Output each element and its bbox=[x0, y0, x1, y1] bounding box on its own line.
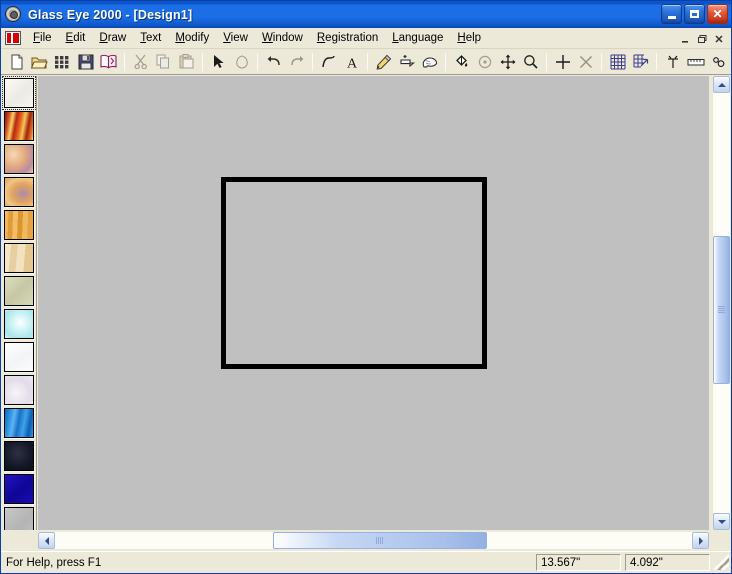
save-icon[interactable] bbox=[74, 51, 97, 73]
swatch-orange-wood[interactable] bbox=[4, 210, 34, 240]
swatch-cyan-ice[interactable] bbox=[4, 309, 34, 339]
catalog-book-icon[interactable] bbox=[97, 51, 120, 73]
scroll-down-button[interactable] bbox=[713, 513, 730, 530]
rectangle-outline[interactable] bbox=[221, 177, 487, 369]
swatch-sage-green[interactable] bbox=[4, 276, 34, 306]
copy-icon[interactable] bbox=[152, 51, 175, 73]
scroll-up-button[interactable] bbox=[713, 76, 730, 93]
swatch-pale-tan[interactable] bbox=[4, 243, 34, 273]
swatch-black-navy[interactable] bbox=[4, 441, 34, 471]
menu-view[interactable]: View bbox=[216, 30, 255, 47]
toolbar-separator bbox=[257, 52, 258, 71]
window-title: Glass Eye 2000 - [Design1] bbox=[28, 7, 193, 22]
x-coordinate: 13.567" bbox=[536, 554, 621, 571]
swatch-amber-purple[interactable] bbox=[4, 177, 34, 207]
ruler-icon[interactable] bbox=[684, 51, 707, 73]
curve-line-icon[interactable] bbox=[317, 51, 340, 73]
dimension-icon[interactable] bbox=[661, 51, 684, 73]
paste-icon[interactable] bbox=[175, 51, 198, 73]
swatch-clear-white[interactable] bbox=[4, 342, 34, 372]
menu-bar: File Edit Draw Text Modify View Window R… bbox=[1, 28, 731, 49]
toolbar-separator bbox=[546, 52, 547, 71]
toolbar-separator bbox=[445, 52, 446, 71]
menu-window[interactable]: Window bbox=[255, 30, 310, 47]
menu-text[interactable]: Text bbox=[133, 30, 168, 47]
text-tool-icon[interactable]: A bbox=[340, 51, 363, 73]
pencil-icon[interactable] bbox=[372, 51, 395, 73]
circle-tool-icon[interactable] bbox=[473, 51, 496, 73]
zoom-icon[interactable] bbox=[519, 51, 542, 73]
mdi-close-button[interactable] bbox=[711, 31, 727, 46]
swatch-white-textured[interactable] bbox=[2, 76, 36, 110]
toolbar-separator bbox=[202, 52, 203, 71]
scroll-left-button[interactable] bbox=[38, 532, 55, 549]
open-folder-icon[interactable] bbox=[28, 51, 51, 73]
move-icon[interactable] bbox=[496, 51, 519, 73]
bead-dots-icon[interactable] bbox=[707, 51, 730, 73]
palette-grid-icon[interactable] bbox=[51, 51, 74, 73]
glass-swatch-palette[interactable] bbox=[2, 76, 37, 530]
mdi-restore-button[interactable] bbox=[694, 31, 710, 46]
title-bar: Glass Eye 2000 - [Design1] ✕ bbox=[1, 1, 731, 28]
toolbar-separator bbox=[312, 52, 313, 71]
glass-eye-logo-icon[interactable] bbox=[5, 5, 23, 24]
horizontal-scrollbar[interactable] bbox=[38, 532, 709, 549]
main-toolbar: A bbox=[1, 49, 731, 75]
design-canvas[interactable] bbox=[38, 76, 709, 530]
maximize-button[interactable] bbox=[684, 4, 705, 24]
scroll-right-button[interactable] bbox=[692, 532, 709, 549]
new-icon[interactable] bbox=[5, 51, 28, 73]
undo-icon[interactable] bbox=[262, 51, 285, 73]
vertical-scrollbar[interactable] bbox=[713, 76, 730, 530]
status-bar: For Help, press F1 13.567" 4.092" bbox=[1, 551, 731, 573]
menu-help[interactable]: Help bbox=[450, 30, 488, 47]
window-controls: ✕ bbox=[661, 4, 728, 24]
mdi-minimize-button[interactable] bbox=[677, 31, 693, 46]
horizontal-scroll-thumb[interactable] bbox=[273, 532, 487, 549]
svg-text:A: A bbox=[346, 56, 357, 69]
swatch-grey[interactable] bbox=[4, 507, 34, 530]
crosshair-icon[interactable] bbox=[551, 51, 574, 73]
toolbar-separator bbox=[601, 52, 602, 71]
toolbar-separator bbox=[367, 52, 368, 71]
menu-file[interactable]: File bbox=[26, 30, 59, 47]
select-arrow-icon[interactable] bbox=[207, 51, 230, 73]
node-shape-icon[interactable] bbox=[230, 51, 253, 73]
menu-draw[interactable]: Draw bbox=[92, 30, 133, 47]
menu-registration[interactable]: Registration bbox=[310, 30, 385, 47]
swatch-red-streaky[interactable] bbox=[4, 111, 34, 141]
application-window: Glass Eye 2000 - [Design1] ✕ File Edit D… bbox=[0, 0, 732, 574]
mdi-window-controls bbox=[677, 31, 727, 46]
minimize-button[interactable] bbox=[661, 4, 682, 24]
y-coordinate: 4.092" bbox=[625, 554, 710, 571]
status-message: For Help, press F1 bbox=[6, 556, 102, 569]
hand-paint-icon[interactable] bbox=[418, 51, 441, 73]
toolbar-separator bbox=[656, 52, 657, 71]
close-button[interactable]: ✕ bbox=[707, 4, 728, 24]
resize-grip[interactable] bbox=[714, 555, 729, 570]
paint-bucket-icon[interactable] bbox=[450, 51, 473, 73]
close-cross-icon[interactable] bbox=[574, 51, 597, 73]
swatch-blue-streaky[interactable] bbox=[4, 408, 34, 438]
menu-edit[interactable]: Edit bbox=[59, 30, 93, 47]
swatch-peach-mottled[interactable] bbox=[4, 144, 34, 174]
menu-language[interactable]: Language bbox=[385, 30, 450, 47]
grid-icon[interactable] bbox=[606, 51, 629, 73]
vertical-scroll-thumb[interactable] bbox=[713, 236, 730, 384]
toolbar-separator bbox=[124, 52, 125, 71]
swatch-deep-blue[interactable] bbox=[4, 474, 34, 504]
cut-scissors-icon[interactable] bbox=[129, 51, 152, 73]
grid-snap-icon[interactable] bbox=[629, 51, 652, 73]
stamp-icon[interactable] bbox=[395, 51, 418, 73]
menu-modify[interactable]: Modify bbox=[168, 30, 216, 47]
swatch-pale-lavender[interactable] bbox=[4, 375, 34, 405]
redo-icon[interactable] bbox=[285, 51, 308, 73]
document-icon[interactable] bbox=[5, 31, 21, 45]
